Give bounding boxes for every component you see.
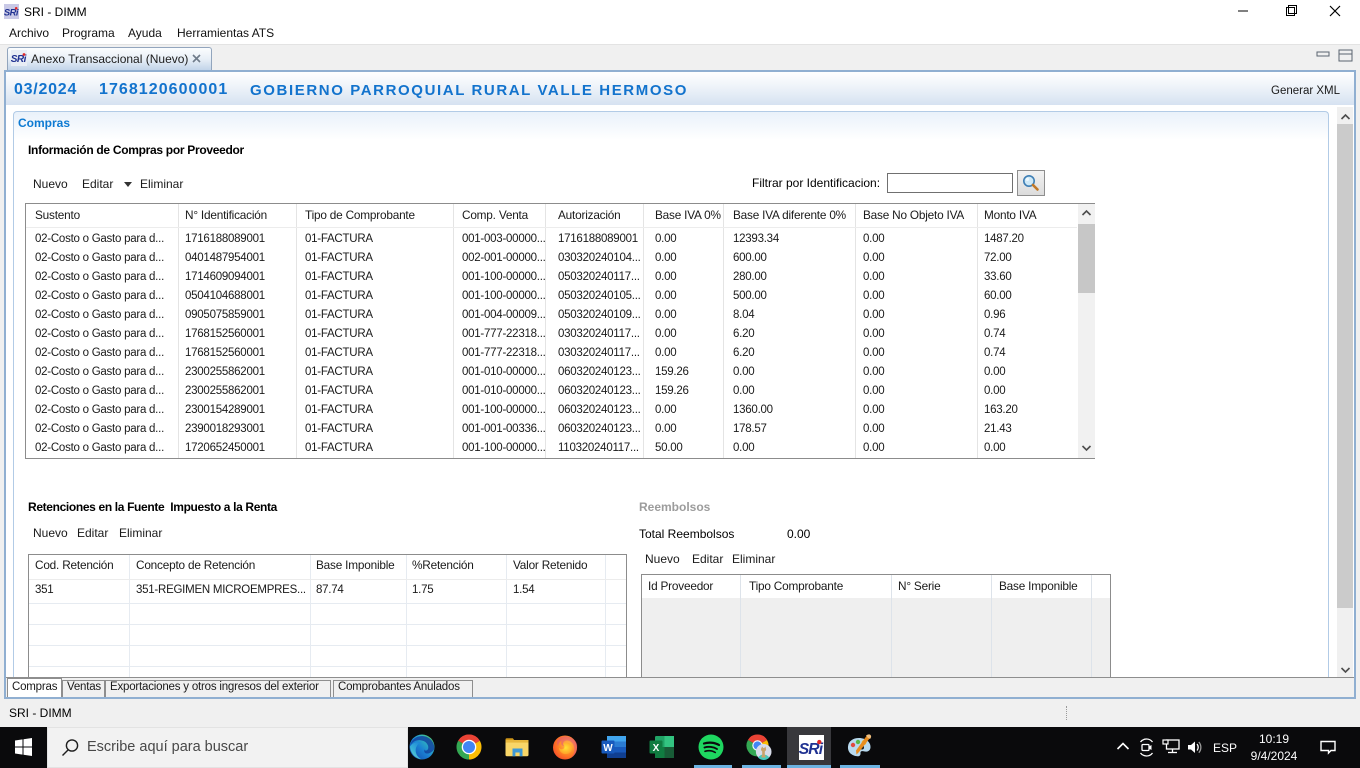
svg-text:X: X	[653, 743, 660, 754]
svg-text:W: W	[603, 743, 613, 754]
